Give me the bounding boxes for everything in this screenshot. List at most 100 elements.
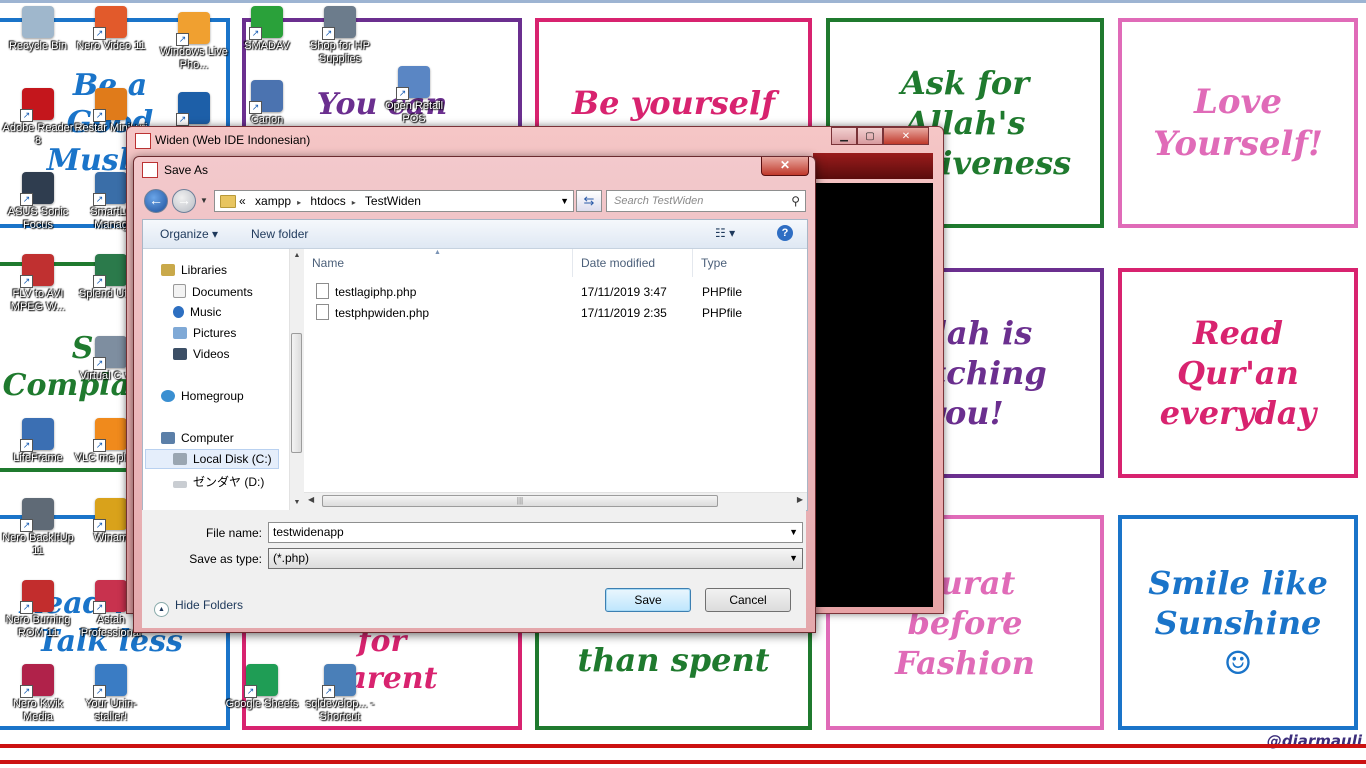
folder-icon: [220, 195, 236, 208]
search-input[interactable]: Search TestWiden ⚲: [606, 190, 806, 212]
maximize-button[interactable]: ▢: [857, 127, 883, 145]
address-bar[interactable]: « xampp ▸ htdocs ▸ TestWiden ▼: [214, 190, 574, 212]
nav-item-pictures[interactable]: Pictures: [173, 326, 236, 340]
scroll-up-icon[interactable]: ▲: [290, 249, 304, 263]
command-toolbar: Organize ▾ New folder ☷ ▾ ?: [143, 220, 807, 249]
forward-button[interactable]: →: [172, 189, 196, 213]
desktop-icon[interactable]: ↗ Open Retail POS: [376, 66, 452, 126]
sort-ascending-icon: ▲: [434, 249, 441, 256]
shortcut-arrow-icon: ↗: [93, 685, 106, 698]
desktop-icon[interactable]: ↗ Nero BackItUp 11: [0, 498, 76, 558]
address-dropdown-icon[interactable]: ▼: [560, 191, 569, 211]
file-name-dropdown-icon[interactable]: ▼: [789, 523, 798, 542]
column-header-type[interactable]: Type: [693, 249, 807, 277]
hide-folders-button[interactable]: ▲ Hide Folders: [154, 598, 243, 617]
wallpaper-card-text: Love Yourself!: [1153, 81, 1323, 165]
desktop-icon[interactable]: ↗ Nero Burning ROM 11: [0, 580, 76, 640]
desktop-icon[interactable]: ↗ Nero Kwik Media: [0, 664, 76, 724]
splend-icon: ↗: [93, 254, 127, 288]
desktop-icon-label: Nero Burning ROM 11: [5, 614, 71, 639]
views-menu-button[interactable]: ☷ ▾: [715, 226, 735, 240]
file-list-scrollbar[interactable]: ◀ ||| ▶: [304, 492, 807, 510]
minimize-button[interactable]: ▁: [831, 127, 857, 145]
breadcrumb-htdocs[interactable]: htdocs: [310, 194, 345, 208]
desktop-icon[interactable]: Recycle Bin: [0, 6, 76, 53]
back-button[interactable]: ←: [144, 189, 168, 213]
app-editor-area[interactable]: [813, 183, 933, 607]
nero-video-icon: ↗: [93, 6, 127, 40]
new-folder-button[interactable]: New folder: [251, 227, 308, 241]
desktop-icon[interactable]: ↗ Shop for HP Supplies: [302, 6, 378, 66]
nav-item-local-disk[interactable]: Local Disk (C:): [173, 452, 272, 466]
breadcrumb-overflow[interactable]: «: [239, 194, 246, 208]
desktop-icon[interactable]: ↗ sqldevelop... - Shortcut: [302, 664, 378, 724]
desktop-icon[interactable]: ↗ FLV to AVI MPEG W...: [0, 254, 76, 314]
file-name-input[interactable]: testwidenapp ▼: [268, 522, 803, 543]
recent-locations-chevron-icon[interactable]: ▼: [200, 196, 208, 205]
scroll-left-icon[interactable]: ◀: [308, 495, 314, 504]
organize-button[interactable]: Organize ▾: [160, 227, 218, 241]
file-date-cell: 17/11/2019 3:47: [581, 285, 667, 299]
nav-item-homegroup[interactable]: Homegroup: [161, 389, 244, 403]
google-sheets-icon: ↗: [244, 664, 278, 698]
scroll-thumb[interactable]: [291, 333, 302, 453]
astah-icon: ↗: [93, 580, 127, 614]
nav-item-libraries[interactable]: Libraries: [161, 263, 227, 277]
desktop-icon[interactable]: ↗ ASUS Sonic Focus: [0, 172, 76, 232]
nav-scrollbar[interactable]: ▲ ▼: [289, 249, 304, 510]
sqldeveloper-icon: ↗: [322, 664, 356, 698]
desktop-icon-label: Nero Video 11: [76, 40, 146, 52]
desktop-icon[interactable]: ↗ SMADAV: [229, 6, 305, 53]
file-row[interactable]: testphpwiden.php 17/11/2019 2:35 PHPfile: [312, 303, 802, 324]
save-type-dropdown-icon[interactable]: ▼: [789, 549, 798, 568]
save-as-dialog[interactable]: Save As ✕ ← → ▼ « xampp ▸ htdocs ▸ TestWid…: [133, 156, 816, 633]
dialog-close-button[interactable]: ✕: [761, 157, 809, 176]
search-icon[interactable]: ⚲: [791, 191, 800, 211]
nav-label: Music: [190, 305, 222, 319]
nav-item-videos[interactable]: Videos: [173, 347, 229, 361]
scroll-thumb[interactable]: |||: [322, 495, 718, 507]
nav-label: Local Disk (C:): [193, 452, 272, 466]
breadcrumb-xampp[interactable]: xampp: [255, 194, 291, 208]
nav-label: Documents: [192, 285, 253, 299]
save-button[interactable]: Save: [605, 588, 691, 612]
desktop-icon[interactable]: ↗ Windows Live Pho...: [156, 12, 232, 72]
desktop-icon[interactable]: ↗ Nero Video 11: [73, 6, 149, 53]
save-type-select[interactable]: (*.php) ▼: [268, 548, 803, 569]
help-button[interactable]: ?: [777, 225, 793, 241]
drive-icon: [173, 481, 187, 488]
hp-shop-icon: ↗: [322, 6, 356, 40]
navigation-bar: ← → ▼ « xampp ▸ htdocs ▸ TestWiden ▼ ⇆ Sea…: [142, 187, 807, 215]
desktop-icon[interactable]: ↗ Adobe Reader 8: [0, 88, 76, 148]
desktop-icon[interactable]: ↗ Canon: [229, 80, 305, 127]
flv-avi-icon: ↗: [20, 254, 54, 288]
app-toolbar-strip: [813, 153, 933, 179]
column-header-name[interactable]: Name ▲: [304, 249, 573, 277]
nero-backitup-icon: ↗: [20, 498, 54, 532]
desktop-icon[interactable]: ↗ LifeFrame: [0, 418, 76, 465]
virtual-clone-icon: ↗: [93, 336, 127, 370]
nav-item-computer[interactable]: Computer: [161, 431, 234, 445]
recycle-bin-icon: [22, 6, 54, 38]
app-close-button[interactable]: ✕: [883, 127, 929, 145]
asus-sonic-icon: ↗: [20, 172, 54, 206]
desktop-icon-label: LifeFrame: [13, 452, 63, 464]
desktop-icon-label: SMADAV: [244, 40, 290, 52]
scroll-right-icon[interactable]: ▶: [797, 495, 803, 504]
shortcut-arrow-icon: ↗: [20, 275, 33, 288]
file-name-cell: testlagiphp.php: [316, 282, 416, 303]
refresh-button[interactable]: ⇆: [576, 190, 602, 212]
shortcut-arrow-icon: ↗: [176, 113, 189, 126]
cancel-button[interactable]: Cancel: [705, 588, 791, 612]
breadcrumb-testwiden[interactable]: TestWiden: [365, 194, 421, 208]
column-header-date[interactable]: Date modified: [573, 249, 693, 277]
nav-item-music[interactable]: Music: [173, 305, 221, 319]
scroll-down-icon[interactable]: ▼: [290, 496, 304, 510]
desktop-icon-label: sqldevelop... - Shortcut: [305, 698, 375, 723]
nav-item-documents[interactable]: Documents: [173, 284, 253, 299]
desktop-icon[interactable]: ↗ Your Unin-staller!: [73, 664, 149, 724]
nav-item-drive-d[interactable]: ゼンダヤ (D:): [173, 473, 264, 490]
file-row[interactable]: testlagiphp.php 17/11/2019 3:47 PHPfile: [312, 282, 802, 303]
desktop-icon[interactable]: ↗ Google Sheets: [224, 664, 300, 711]
shortcut-arrow-icon: ↗: [93, 193, 106, 206]
